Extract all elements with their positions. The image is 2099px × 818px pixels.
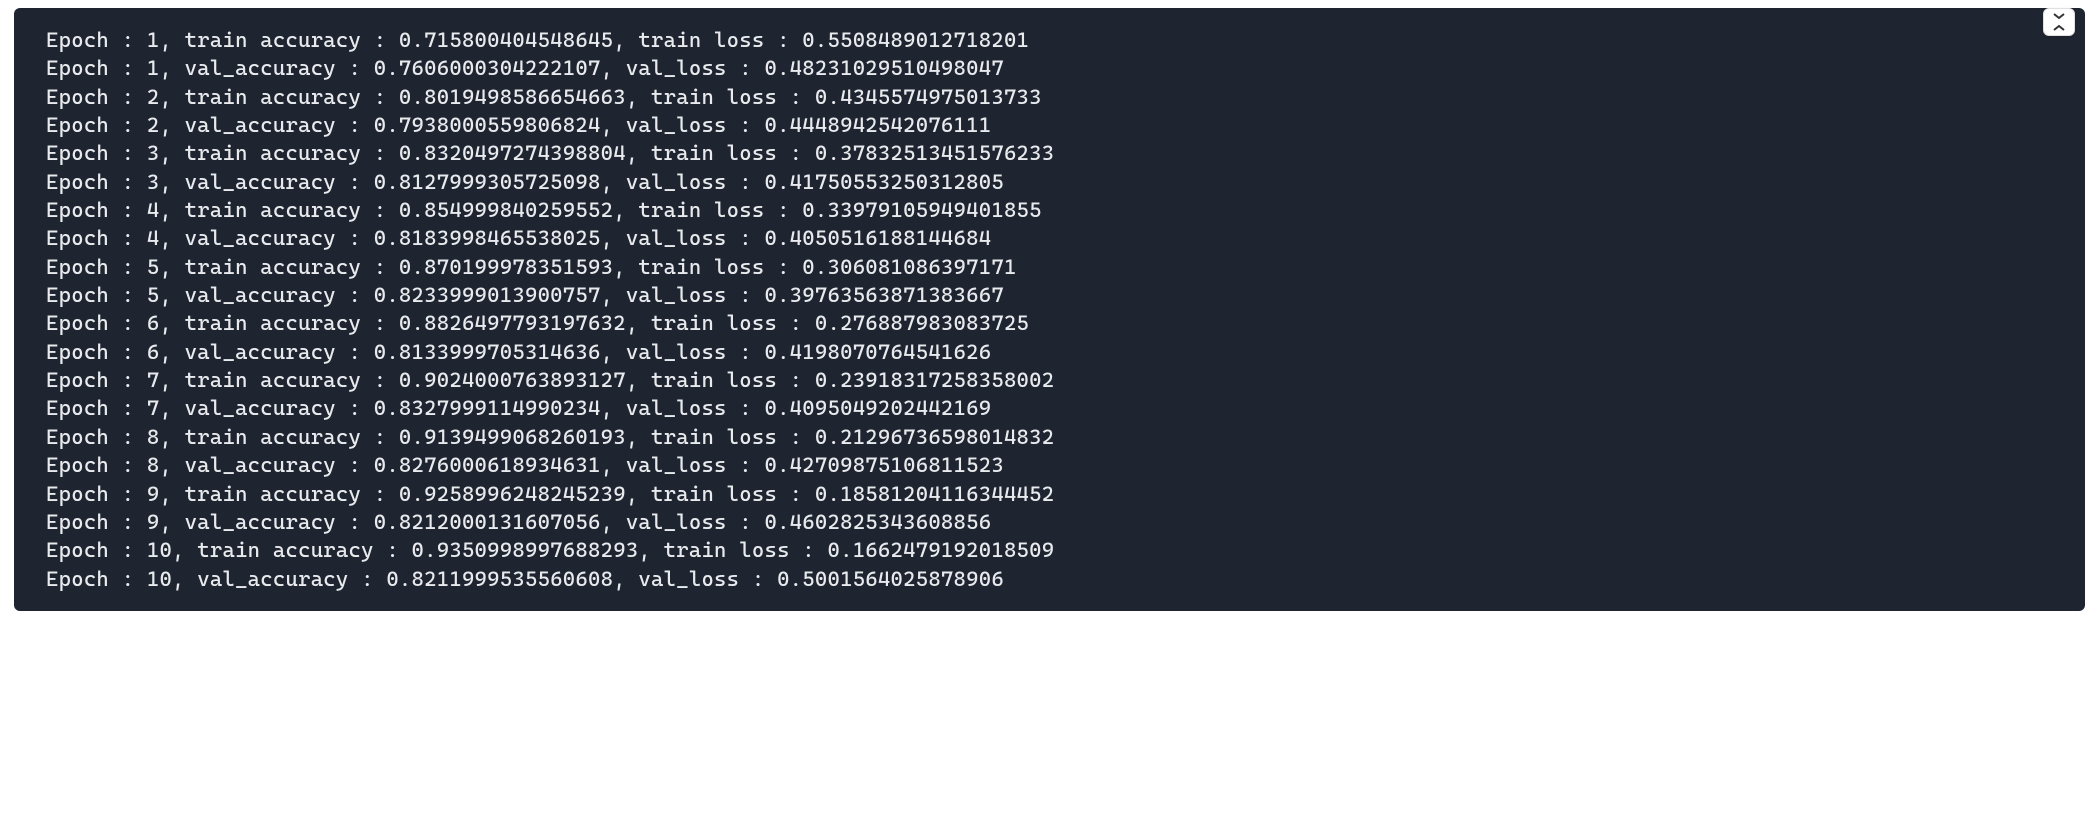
output-line: Epoch : 4, val_accuracy : 0.818399846553… (46, 224, 2053, 252)
code-output-cell: Epoch : 1, train accuracy : 0.7158004045… (14, 8, 2085, 611)
collapse-output-toggle[interactable] (2043, 8, 2075, 36)
output-line: Epoch : 1, val_accuracy : 0.760600030422… (46, 54, 2053, 82)
output-line: Epoch : 10, val_accuracy : 0.82119995355… (46, 565, 2053, 593)
output-line: Epoch : 9, val_accuracy : 0.821200013160… (46, 508, 2053, 536)
output-line: Epoch : 10, train accuracy : 0.935099899… (46, 536, 2053, 564)
output-line: Epoch : 1, train accuracy : 0.7158004045… (46, 26, 2053, 54)
output-line: Epoch : 5, train accuracy : 0.8701999783… (46, 253, 2053, 281)
output-line: Epoch : 8, val_accuracy : 0.827600061893… (46, 451, 2053, 479)
output-line: Epoch : 7, train accuracy : 0.9024000763… (46, 366, 2053, 394)
output-line: Epoch : 4, train accuracy : 0.8549998402… (46, 196, 2053, 224)
output-line: Epoch : 7, val_accuracy : 0.832799911499… (46, 394, 2053, 422)
output-line: Epoch : 3, val_accuracy : 0.812799930572… (46, 168, 2053, 196)
output-line: Epoch : 6, train accuracy : 0.8826497793… (46, 309, 2053, 337)
chevron-up-icon (2053, 22, 2065, 34)
output-line: Epoch : 8, train accuracy : 0.9139499068… (46, 423, 2053, 451)
output-line: Epoch : 2, val_accuracy : 0.793800055980… (46, 111, 2053, 139)
output-line: Epoch : 6, val_accuracy : 0.813399970531… (46, 338, 2053, 366)
output-line: Epoch : 9, train accuracy : 0.9258996248… (46, 480, 2053, 508)
output-line: Epoch : 3, train accuracy : 0.8320497274… (46, 139, 2053, 167)
chevron-down-icon (2053, 10, 2065, 22)
output-line: Epoch : 5, val_accuracy : 0.823399901390… (46, 281, 2053, 309)
output-line: Epoch : 2, train accuracy : 0.8019498586… (46, 83, 2053, 111)
